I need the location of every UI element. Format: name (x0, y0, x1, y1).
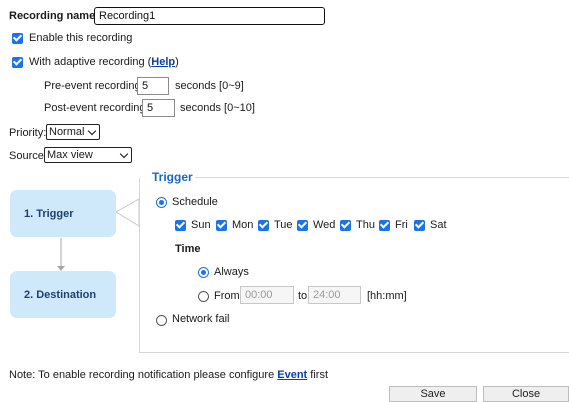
day-wed-checkbox[interactable] (297, 220, 308, 231)
step-trigger-label: 1. Trigger (24, 207, 74, 220)
day-fri-label: Fri (395, 219, 408, 231)
step-trigger[interactable]: 1. Trigger (10, 190, 116, 237)
day-sun-label: Sun (191, 219, 211, 231)
network-fail-label: Network fail (172, 313, 230, 325)
always-label: Always (214, 266, 249, 278)
day-sun-checkbox[interactable] (175, 220, 186, 231)
day-sat-label: Sat (430, 219, 447, 231)
to-label: to (298, 290, 308, 302)
always-radio[interactable] (198, 267, 209, 278)
to-time-input[interactable] (308, 286, 361, 304)
step-destination-label: 2. Destination (24, 288, 97, 301)
event-link[interactable]: Event (277, 369, 307, 381)
step-destination[interactable]: 2. Destination (10, 271, 116, 318)
day-mon-checkbox[interactable] (216, 220, 227, 231)
schedule-radio[interactable] (156, 197, 167, 208)
step-pointer (115, 198, 140, 227)
day-wed-label: Wed (313, 219, 336, 231)
trigger-title: Trigger (152, 170, 193, 184)
trigger-title-rule (195, 177, 569, 178)
schedule-label: Schedule (172, 196, 218, 208)
time-label: Time (175, 243, 201, 255)
network-fail-radio[interactable] (156, 315, 167, 326)
day-sat-checkbox[interactable] (414, 220, 425, 231)
time-format-hint: [hh:mm] (367, 290, 407, 302)
day-mon-label: Mon (232, 219, 254, 231)
day-tue-checkbox[interactable] (258, 220, 269, 231)
from-time-input[interactable] (240, 286, 294, 304)
from-label: From (214, 290, 240, 302)
from-radio[interactable] (198, 291, 209, 302)
day-fri-checkbox[interactable] (379, 220, 390, 231)
note-text: Note: To enable recording notification p… (9, 369, 328, 381)
day-thu-checkbox[interactable] (340, 220, 351, 231)
day-tue-label: Tue (274, 219, 293, 231)
day-thu-label: Thu (356, 219, 375, 231)
